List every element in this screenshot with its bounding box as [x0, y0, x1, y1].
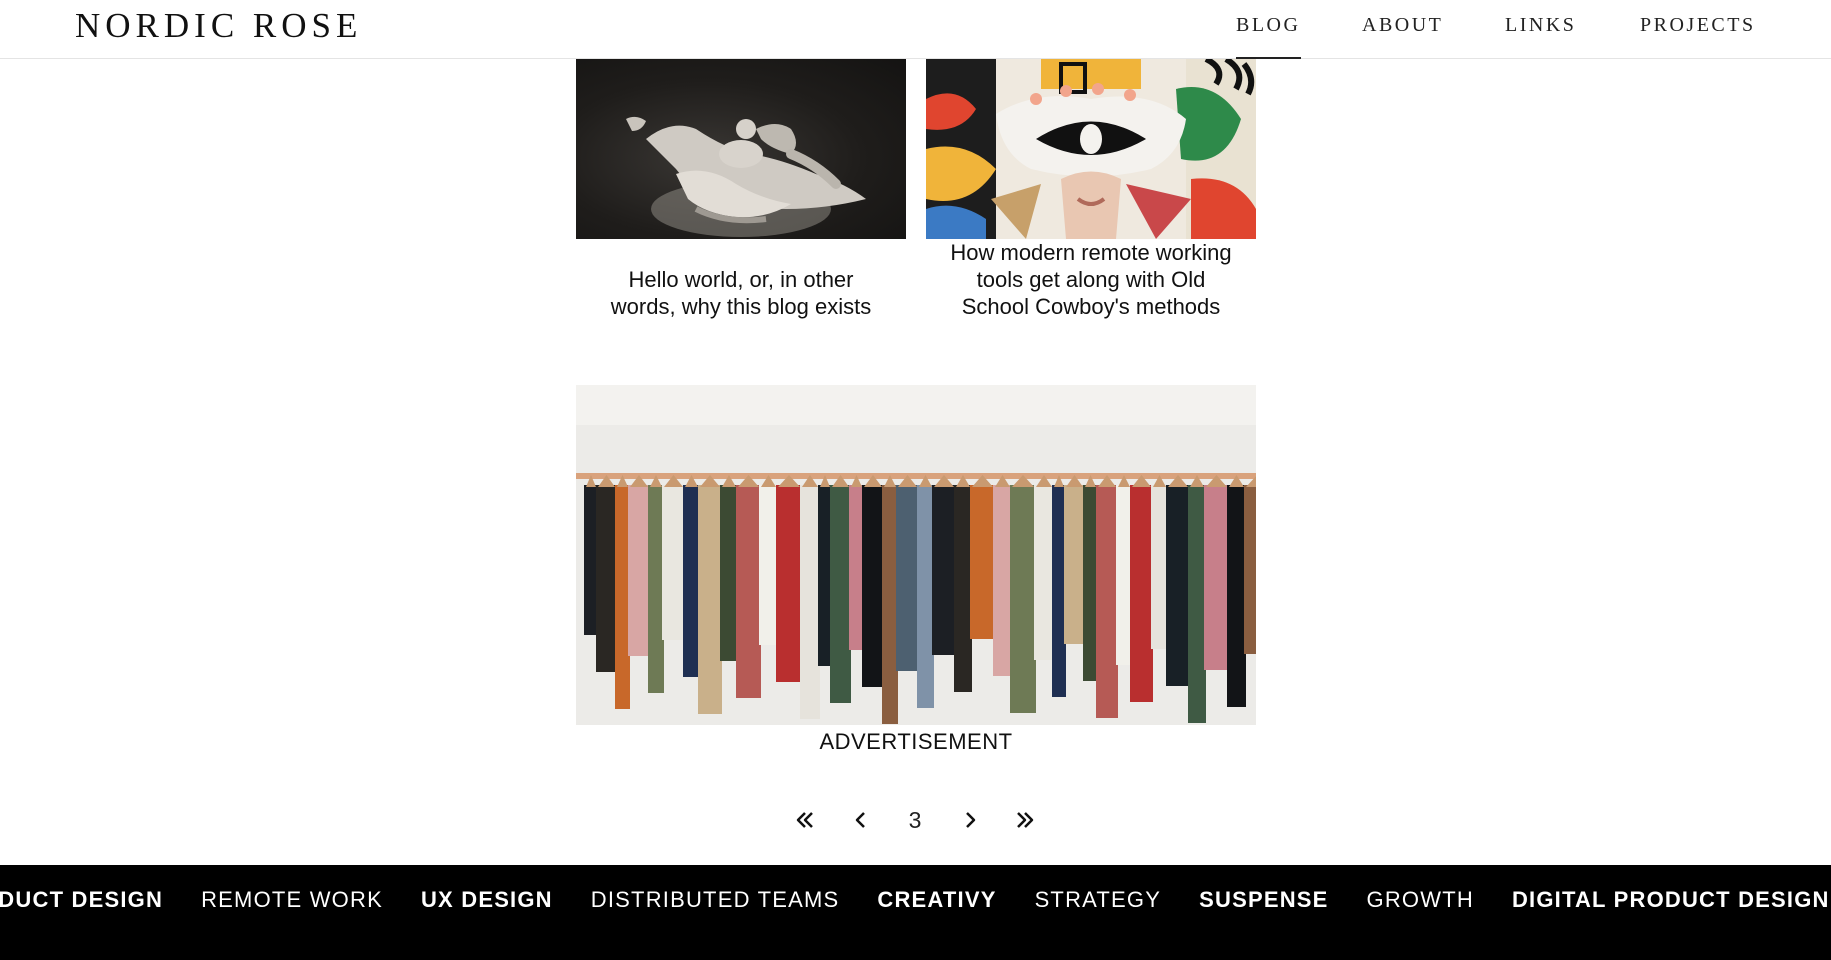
tag-link[interactable]: DISTRIBUTED TEAMS: [591, 887, 840, 913]
chevron-left-icon: [855, 812, 865, 828]
post-thumbnail-statue[interactable]: [576, 59, 906, 239]
tag-link[interactable]: SUSPENSE: [1199, 887, 1328, 913]
advertisement-image[interactable]: [576, 385, 1256, 725]
site-header: NORDIC ROSE BLOG ABOUT LINKS PROJECTS: [0, 0, 1831, 59]
tag-link[interactable]: CREATIVY: [877, 887, 996, 913]
tag-link[interactable]: REMOTE WORK: [201, 887, 383, 913]
site-logo[interactable]: NORDIC ROSE: [75, 6, 362, 46]
nav-blog[interactable]: BLOG: [1236, 14, 1300, 37]
nav-links[interactable]: LINKS: [1505, 14, 1576, 37]
post-title[interactable]: How modern remote working tools get alon…: [946, 239, 1236, 320]
double-chevron-left-icon: [796, 812, 813, 828]
tags-ticker: ODUCT DESIGN REMOTE WORK UX DESIGN DISTRIBU…: [0, 865, 1831, 960]
current-page-number: 3: [908, 806, 922, 833]
tag-link[interactable]: GROWTH: [1367, 887, 1474, 913]
tags-track: ODUCT DESIGN REMOTE WORK UX DESIGN DISTRIBU…: [0, 887, 1831, 913]
tag-link[interactable]: UX DESIGN: [421, 887, 553, 913]
chevron-right-icon: [966, 812, 976, 828]
nav-projects[interactable]: PROJECTS: [1640, 14, 1756, 37]
double-chevron-right-icon: [1017, 812, 1034, 828]
tag-link[interactable]: DIGITAL PRODUCT DESIGN: [1512, 887, 1830, 913]
tag-link[interactable]: STRATEGY: [1035, 887, 1162, 913]
post-thumbnail-mural[interactable]: [926, 59, 1256, 239]
last-page-button[interactable]: [1005, 800, 1045, 840]
next-page-button[interactable]: [950, 800, 990, 840]
first-page-button[interactable]: [785, 800, 825, 840]
advertisement-label: ADVERTISEMENT: [819, 729, 1013, 754]
post-title[interactable]: Hello world, or, in other words, why thi…: [600, 266, 882, 320]
previous-page-button[interactable]: [841, 800, 881, 840]
nav-about[interactable]: ABOUT: [1362, 14, 1443, 37]
tag-link[interactable]: ODUCT DESIGN: [0, 887, 163, 913]
active-nav-indicator: [1236, 57, 1301, 59]
